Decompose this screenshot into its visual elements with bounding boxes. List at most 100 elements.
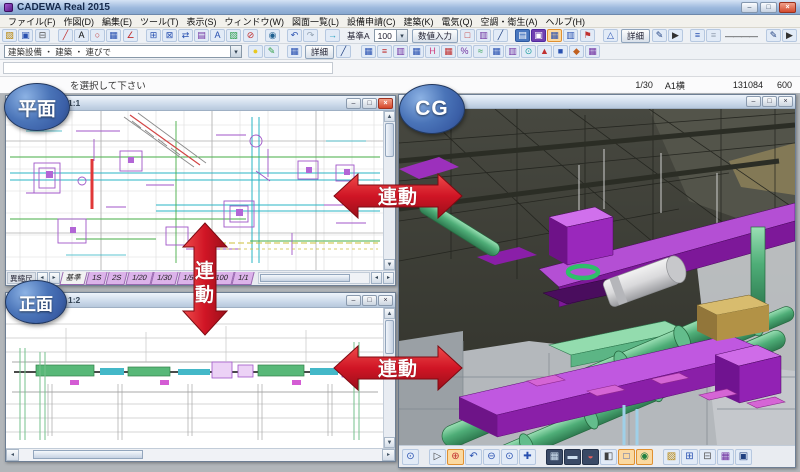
front-minimize-button[interactable]: –: [346, 295, 361, 306]
hscroll-right-icon[interactable]: ▸: [383, 272, 394, 284]
plan-vscroll-thumb[interactable]: [385, 123, 394, 157]
numeric-input-button[interactable]: 数値入力: [412, 29, 458, 43]
zoom-in-icon[interactable]: ⊕: [447, 449, 464, 465]
layers-icon[interactable]: ▤: [194, 29, 209, 42]
menu-window[interactable]: ウィンドウ(W): [222, 15, 288, 28]
duct-purple2-icon[interactable]: ▥: [505, 45, 520, 58]
minimize-button[interactable]: –: [741, 2, 758, 13]
front-horizontal-scrollbar[interactable]: ◂ ▸: [6, 448, 395, 461]
menu-hvac-sanitary[interactable]: 空調・衛生(A): [478, 15, 541, 28]
duct-icon[interactable]: ▥: [563, 29, 578, 42]
scale-combo[interactable]: 100 ▾: [374, 29, 408, 42]
select-rect-icon[interactable]: □: [460, 29, 475, 42]
line-icon[interactable]: ╱: [58, 29, 73, 42]
plan-horizontal-scrollbar[interactable]: [258, 272, 370, 284]
flex-pipe-icon[interactable]: ≈: [473, 45, 488, 58]
tab-scale-1s[interactable]: 1S: [85, 272, 107, 285]
command-input[interactable]: [3, 62, 333, 74]
cg-maximize-button[interactable]: □: [762, 96, 777, 107]
duct-purple-icon[interactable]: ▥: [393, 45, 408, 58]
menu-drawing-list[interactable]: 図面一覧(L): [289, 15, 342, 28]
scroll-up-icon[interactable]: ▲: [384, 308, 395, 319]
list-icon[interactable]: ▤: [515, 29, 530, 42]
pen-icon[interactable]: ╱: [493, 29, 508, 42]
pipe-red-icon[interactable]: ≡: [377, 45, 392, 58]
paste-icon[interactable]: ⊠: [162, 29, 177, 42]
view-front-icon[interactable]: ▦: [546, 449, 563, 465]
menu-architecture[interactable]: 建築(K): [401, 15, 437, 28]
wireframe-icon[interactable]: □: [618, 449, 635, 465]
chart-icon[interactable]: ▥: [476, 29, 491, 42]
zoom-window-icon[interactable]: ⊙: [402, 449, 419, 465]
menu-edit[interactable]: 編集(E): [99, 15, 135, 28]
scroll-down-icon[interactable]: ▼: [384, 437, 395, 448]
menu-view[interactable]: 表示(S): [184, 15, 220, 28]
alert-icon[interactable]: ▲: [537, 45, 552, 58]
text-icon[interactable]: A: [74, 29, 89, 42]
thick-line-icon[interactable]: ≡: [690, 29, 705, 42]
cg-capture-icon[interactable]: ▦: [717, 449, 734, 465]
tab-scale-1-20[interactable]: 1/20: [125, 272, 153, 285]
slash-icon[interactable]: ╱: [336, 45, 351, 58]
undo-icon[interactable]: ↶: [287, 29, 302, 42]
text-style-icon[interactable]: A: [210, 29, 225, 42]
detail-button[interactable]: 詳細: [621, 29, 650, 43]
ellipse-icon[interactable]: ○: [90, 29, 105, 42]
render-icon[interactable]: ◉: [636, 449, 653, 465]
plan-close-button[interactable]: ×: [378, 98, 393, 109]
style-pick-icon[interactable]: ▶: [782, 29, 797, 42]
pen-pick-icon[interactable]: ▶: [668, 29, 683, 42]
polyline-icon[interactable]: ∠: [123, 29, 138, 42]
cg-save-icon[interactable]: ▣: [735, 449, 752, 465]
hscroll-right-icon[interactable]: ▸: [382, 449, 395, 461]
cg-print-icon[interactable]: ⊟: [699, 449, 716, 465]
box-red-icon[interactable]: ▦: [441, 45, 456, 58]
front-maximize-button[interactable]: □: [362, 295, 377, 306]
tab-scale-1-1[interactable]: 1/1: [232, 272, 256, 285]
pen-green-icon[interactable]: ✎: [264, 45, 279, 58]
chevron-down-icon[interactable]: ▾: [396, 30, 407, 41]
duct-violet-icon[interactable]: ▦: [585, 45, 600, 58]
pen-style-icon[interactable]: ✎: [766, 29, 781, 42]
hscroll-left-icon[interactable]: ◂: [371, 272, 382, 284]
select-arrow-icon[interactable]: ▷: [429, 449, 446, 465]
layer-combo[interactable]: 建築設備 ・ 建築 ・ 連びで ▾: [4, 45, 242, 58]
menu-electric[interactable]: 電気(Q): [439, 15, 476, 28]
detail-button-2[interactable]: 詳細: [305, 45, 334, 59]
maximize-button[interactable]: □: [760, 2, 777, 13]
title-bar[interactable]: CADEWA Real 2015 – □ ×: [0, 0, 800, 15]
plan-minimize-button[interactable]: –: [346, 98, 361, 109]
front-close-button[interactable]: ×: [378, 295, 393, 306]
cg-open-icon[interactable]: ▨: [663, 449, 680, 465]
flag-icon[interactable]: ⚑: [580, 29, 595, 42]
hscroll-left-icon[interactable]: ◂: [6, 449, 19, 461]
slope-icon[interactable]: %: [457, 45, 472, 58]
menu-file[interactable]: ファイル(F): [5, 15, 59, 28]
lamp-icon[interactable]: ●: [248, 45, 263, 58]
grid-blue-icon[interactable]: ▦: [489, 45, 504, 58]
scroll-down-icon[interactable]: ▼: [384, 259, 395, 270]
view-iso-icon[interactable]: ◒: [582, 449, 599, 465]
grid-icon[interactable]: ▦: [106, 29, 121, 42]
valve-icon[interactable]: ⊙: [521, 45, 536, 58]
zoom-out-icon[interactable]: ⊖: [483, 449, 500, 465]
copy-icon[interactable]: ⊞: [146, 29, 161, 42]
plan-maximize-button[interactable]: □: [362, 98, 377, 109]
chevron-down-icon[interactable]: ▾: [230, 46, 241, 57]
open-icon[interactable]: ▨: [2, 29, 17, 42]
erase-icon[interactable]: ⊘: [243, 29, 258, 42]
search-icon[interactable]: ◉: [265, 29, 280, 42]
pan-icon[interactable]: ✚: [519, 449, 536, 465]
jump-icon[interactable]: →: [325, 29, 340, 42]
cg-close-button[interactable]: ×: [778, 96, 793, 107]
plan-hscroll-thumb[interactable]: [260, 274, 350, 282]
block-icon[interactable]: ■: [553, 45, 568, 58]
tab-scale-base[interactable]: 基準: [59, 272, 87, 285]
zoom-extents-icon[interactable]: ⊙: [501, 449, 518, 465]
menu-equipment-apply[interactable]: 設備申請(C): [344, 15, 399, 28]
fill-icon[interactable]: ▧: [226, 29, 241, 42]
line-style-sample[interactable]: ————: [725, 31, 757, 41]
duct-blue2-icon[interactable]: ▦: [409, 45, 424, 58]
frame-icon[interactable]: ▦: [547, 29, 562, 42]
table-icon[interactable]: ▦: [287, 45, 302, 58]
